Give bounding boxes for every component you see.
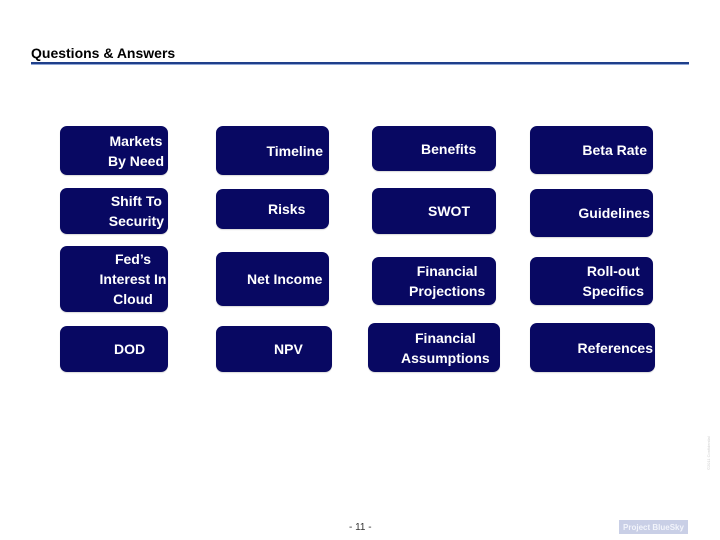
- button-label: Markets By Need: [107, 132, 164, 169]
- references-button[interactable]: References: [530, 323, 655, 372]
- net-income-button[interactable]: Net Income: [216, 252, 329, 306]
- beta-rate-button[interactable]: Beta Rate: [530, 126, 653, 174]
- risks-button[interactable]: Risks: [216, 189, 329, 229]
- button-label: Beta Rate: [582, 142, 647, 158]
- button-label: DOD: [114, 341, 146, 357]
- financial-projections-button[interactable]: Financial Projections: [372, 257, 496, 305]
- page-number: - 11 -: [349, 522, 372, 533]
- button-label: Shift To Security: [108, 193, 164, 229]
- button-label: Risks: [268, 201, 306, 217]
- button-label: Timeline: [266, 142, 323, 159]
- button-label: Benefits: [421, 140, 477, 157]
- button-label: Financial Assumptions: [401, 329, 490, 366]
- timeline-button[interactable]: Timeline: [216, 126, 329, 175]
- button-label: Roll-out Specifics: [582, 263, 644, 299]
- button-label: References: [577, 339, 654, 356]
- title-divider: [31, 62, 689, 64]
- swot-button[interactable]: SWOT: [372, 188, 496, 234]
- dod-button[interactable]: DOD: [60, 326, 168, 372]
- page-title: Questions & Answers: [31, 45, 176, 61]
- project-badge: Project BlueSky: [619, 520, 688, 534]
- feds-interest-in-cloud-button[interactable]: Fed’s Interest In Cloud: [60, 246, 168, 312]
- button-label: NPV: [274, 341, 303, 357]
- button-label: Fed’s Interest In Cloud: [99, 251, 167, 307]
- button-label: SWOT: [428, 203, 470, 219]
- financial-assumptions-button[interactable]: Financial Assumptions: [368, 323, 500, 372]
- markets-by-need-button[interactable]: Markets By Need: [60, 126, 168, 175]
- side-note: ©2011 Confidential: [706, 436, 711, 470]
- button-label: Guidelines: [578, 205, 650, 221]
- benefits-button[interactable]: Benefits: [372, 126, 496, 171]
- shift-to-security-button[interactable]: Shift To Security: [60, 188, 168, 234]
- npv-button[interactable]: NPV: [216, 326, 332, 372]
- button-label: Financial Projections: [409, 263, 486, 299]
- rollout-specifics-button[interactable]: Roll-out Specifics: [530, 257, 653, 305]
- button-label: Net Income: [247, 271, 323, 287]
- guidelines-button[interactable]: Guidelines: [530, 189, 653, 237]
